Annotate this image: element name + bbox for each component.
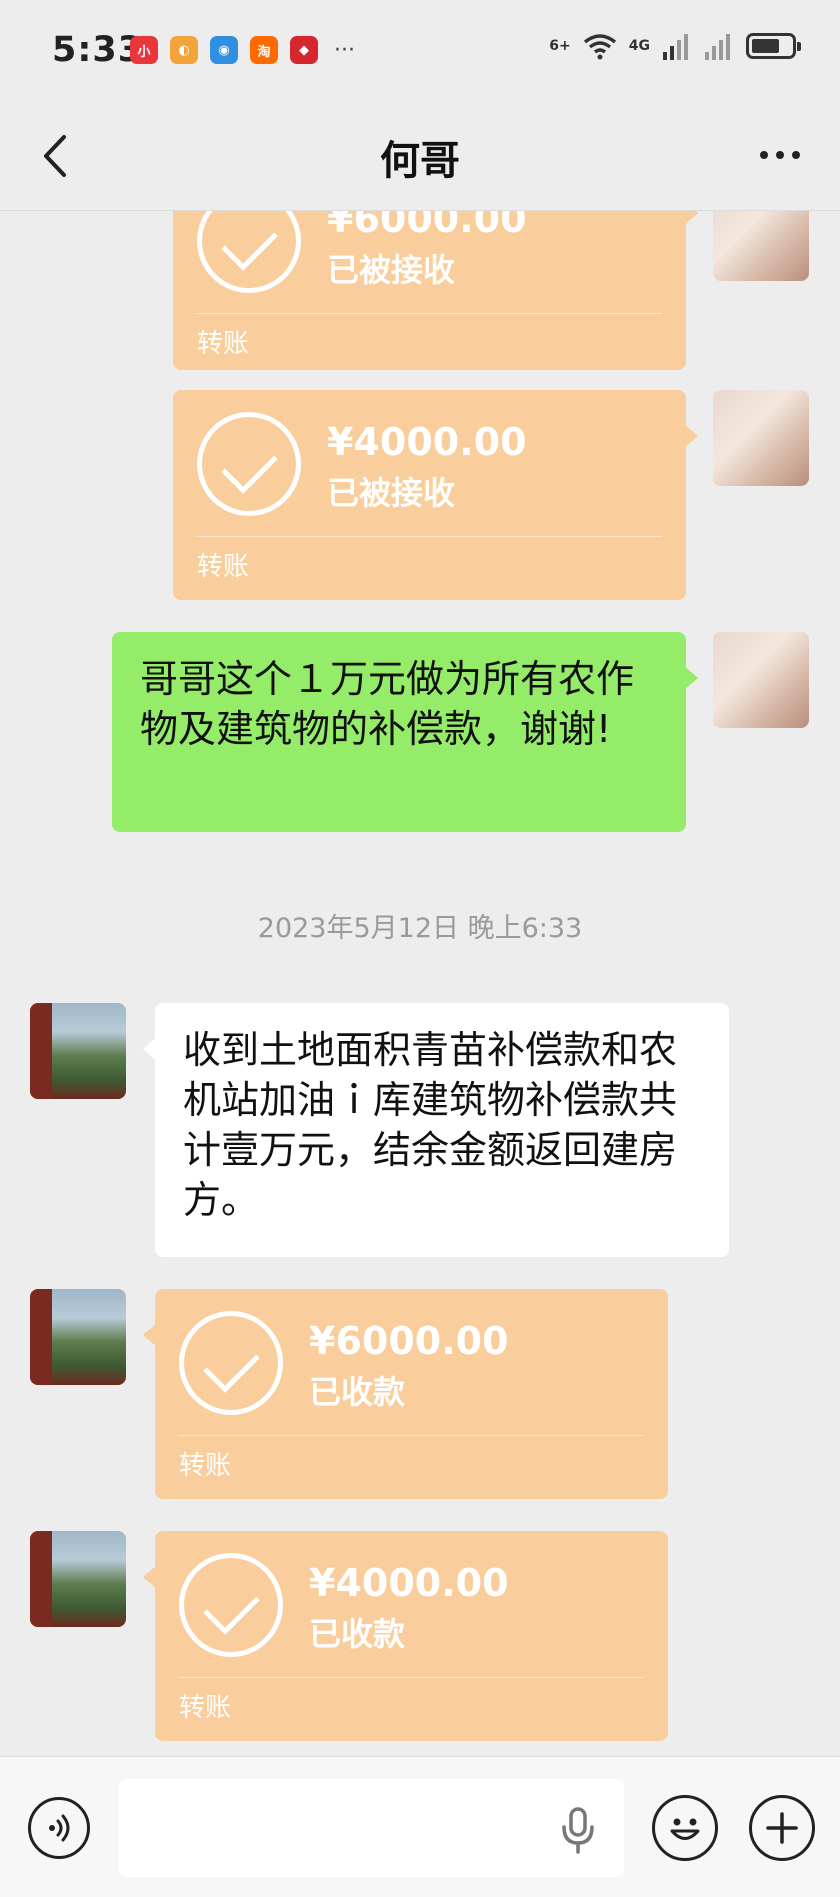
voice-button[interactable] <box>28 1797 90 1859</box>
transfer-bubble-received[interactable]: ¥6000.00 已收款 转账 <box>143 1289 668 1499</box>
message-list[interactable]: ¥6000.00 已被接收 转账 ¥4000.00 已被接收 转账 哥哥这个１万… <box>0 211 840 1756</box>
plus-icon <box>766 1812 798 1844</box>
message-text: 哥哥这个１万元做为所有农作物及建筑物的补偿款，谢谢! <box>140 657 635 751</box>
transfer-status: 已被接收 <box>327 474 456 512</box>
chat-header: 何哥 <box>0 104 840 211</box>
check-circle-icon <box>197 412 301 516</box>
message-input[interactable] <box>118 1779 624 1877</box>
divider <box>179 1677 644 1678</box>
divider <box>179 1435 644 1436</box>
transfer-status: 已收款 <box>309 1615 406 1653</box>
input-bar <box>0 1756 840 1897</box>
transfer-amount: ¥4000.00 <box>309 1561 509 1605</box>
avatar-self[interactable] <box>713 211 809 281</box>
message-text: 收到土地面积青苗补偿款和农机站加油ｉ库建筑物补偿款共计壹万元，结余金额返回建房方… <box>183 1028 678 1222</box>
status-bar: 5:33 小 ◐ ◉ 淘 ◆ ··· 6+ 4G <box>0 0 840 104</box>
avatar-self[interactable] <box>713 390 809 486</box>
app-icon-orange: ◐ <box>170 36 198 64</box>
transfer-status: 已被接收 <box>327 251 456 289</box>
taobao-icon: 淘 <box>250 36 278 64</box>
transfer-label: 转账 <box>179 1451 232 1481</box>
message-timestamp: 2023年5月12日 晚上6:33 <box>257 913 583 944</box>
voice-icon <box>49 1814 70 1842</box>
check-circle-icon <box>179 1311 283 1415</box>
transfer-label: 转账 <box>197 329 250 359</box>
transfer-amount: ¥4000.00 <box>327 420 527 464</box>
signal-icon-2 <box>705 34 730 60</box>
avatar-contact[interactable] <box>30 1531 126 1627</box>
transfer-bubble-sent[interactable]: ¥6000.00 已被接收 转账 <box>173 211 698 370</box>
signal-icon <box>663 34 688 60</box>
transfer-label: 转账 <box>197 552 250 582</box>
divider <box>197 536 662 537</box>
divider <box>197 313 662 314</box>
avatar-contact[interactable] <box>30 1003 126 1099</box>
battery-icon <box>746 33 801 59</box>
transfer-bubble-sent[interactable]: ¥4000.00 已被接收 转账 <box>173 390 698 600</box>
network-label-4g: 4G <box>628 38 650 54</box>
avatar-contact[interactable] <box>30 1289 126 1385</box>
text-bubble-sent[interactable]: 哥哥这个１万元做为所有农作物及建筑物的补偿款，谢谢! <box>112 632 698 832</box>
transfer-status: 已收款 <box>309 1373 406 1411</box>
more-options-button[interactable] <box>748 130 812 180</box>
transfer-amount: ¥6000.00 <box>309 1319 509 1363</box>
avatar-self[interactable] <box>713 632 809 728</box>
system-indicators: 6+ 4G <box>549 32 801 60</box>
wifi-icon <box>583 34 616 60</box>
plus-button[interactable] <box>749 1795 815 1861</box>
app-icon-red: ◆ <box>290 36 318 64</box>
check-circle-icon <box>179 1553 283 1657</box>
transfer-amount: ¥6000.00 <box>327 211 527 241</box>
more-horizontal-icon <box>760 151 768 159</box>
chat-title: 何哥 <box>380 138 460 184</box>
emoji-icon <box>670 1818 700 1840</box>
network-label-6plus: 6+ <box>549 38 571 54</box>
app-icon-multicolor: ◉ <box>210 36 238 64</box>
transfer-bubble-received[interactable]: ¥4000.00 已收款 转账 <box>143 1531 668 1741</box>
more-notifications-icon: ··· <box>334 37 355 63</box>
notification-icons: 小 ◐ ◉ 淘 ◆ ··· <box>130 36 355 64</box>
microphone-icon[interactable] <box>558 1805 598 1855</box>
check-circle-icon <box>197 211 301 293</box>
xiaohongshu-icon: 小 <box>130 36 158 64</box>
battery-level <box>752 39 779 53</box>
transfer-label: 转账 <box>179 1693 232 1723</box>
text-bubble-received[interactable]: 收到土地面积青苗补偿款和农机站加油ｉ库建筑物补偿款共计壹万元，结余金额返回建房方… <box>143 1003 729 1257</box>
emoji-button[interactable] <box>652 1795 718 1861</box>
